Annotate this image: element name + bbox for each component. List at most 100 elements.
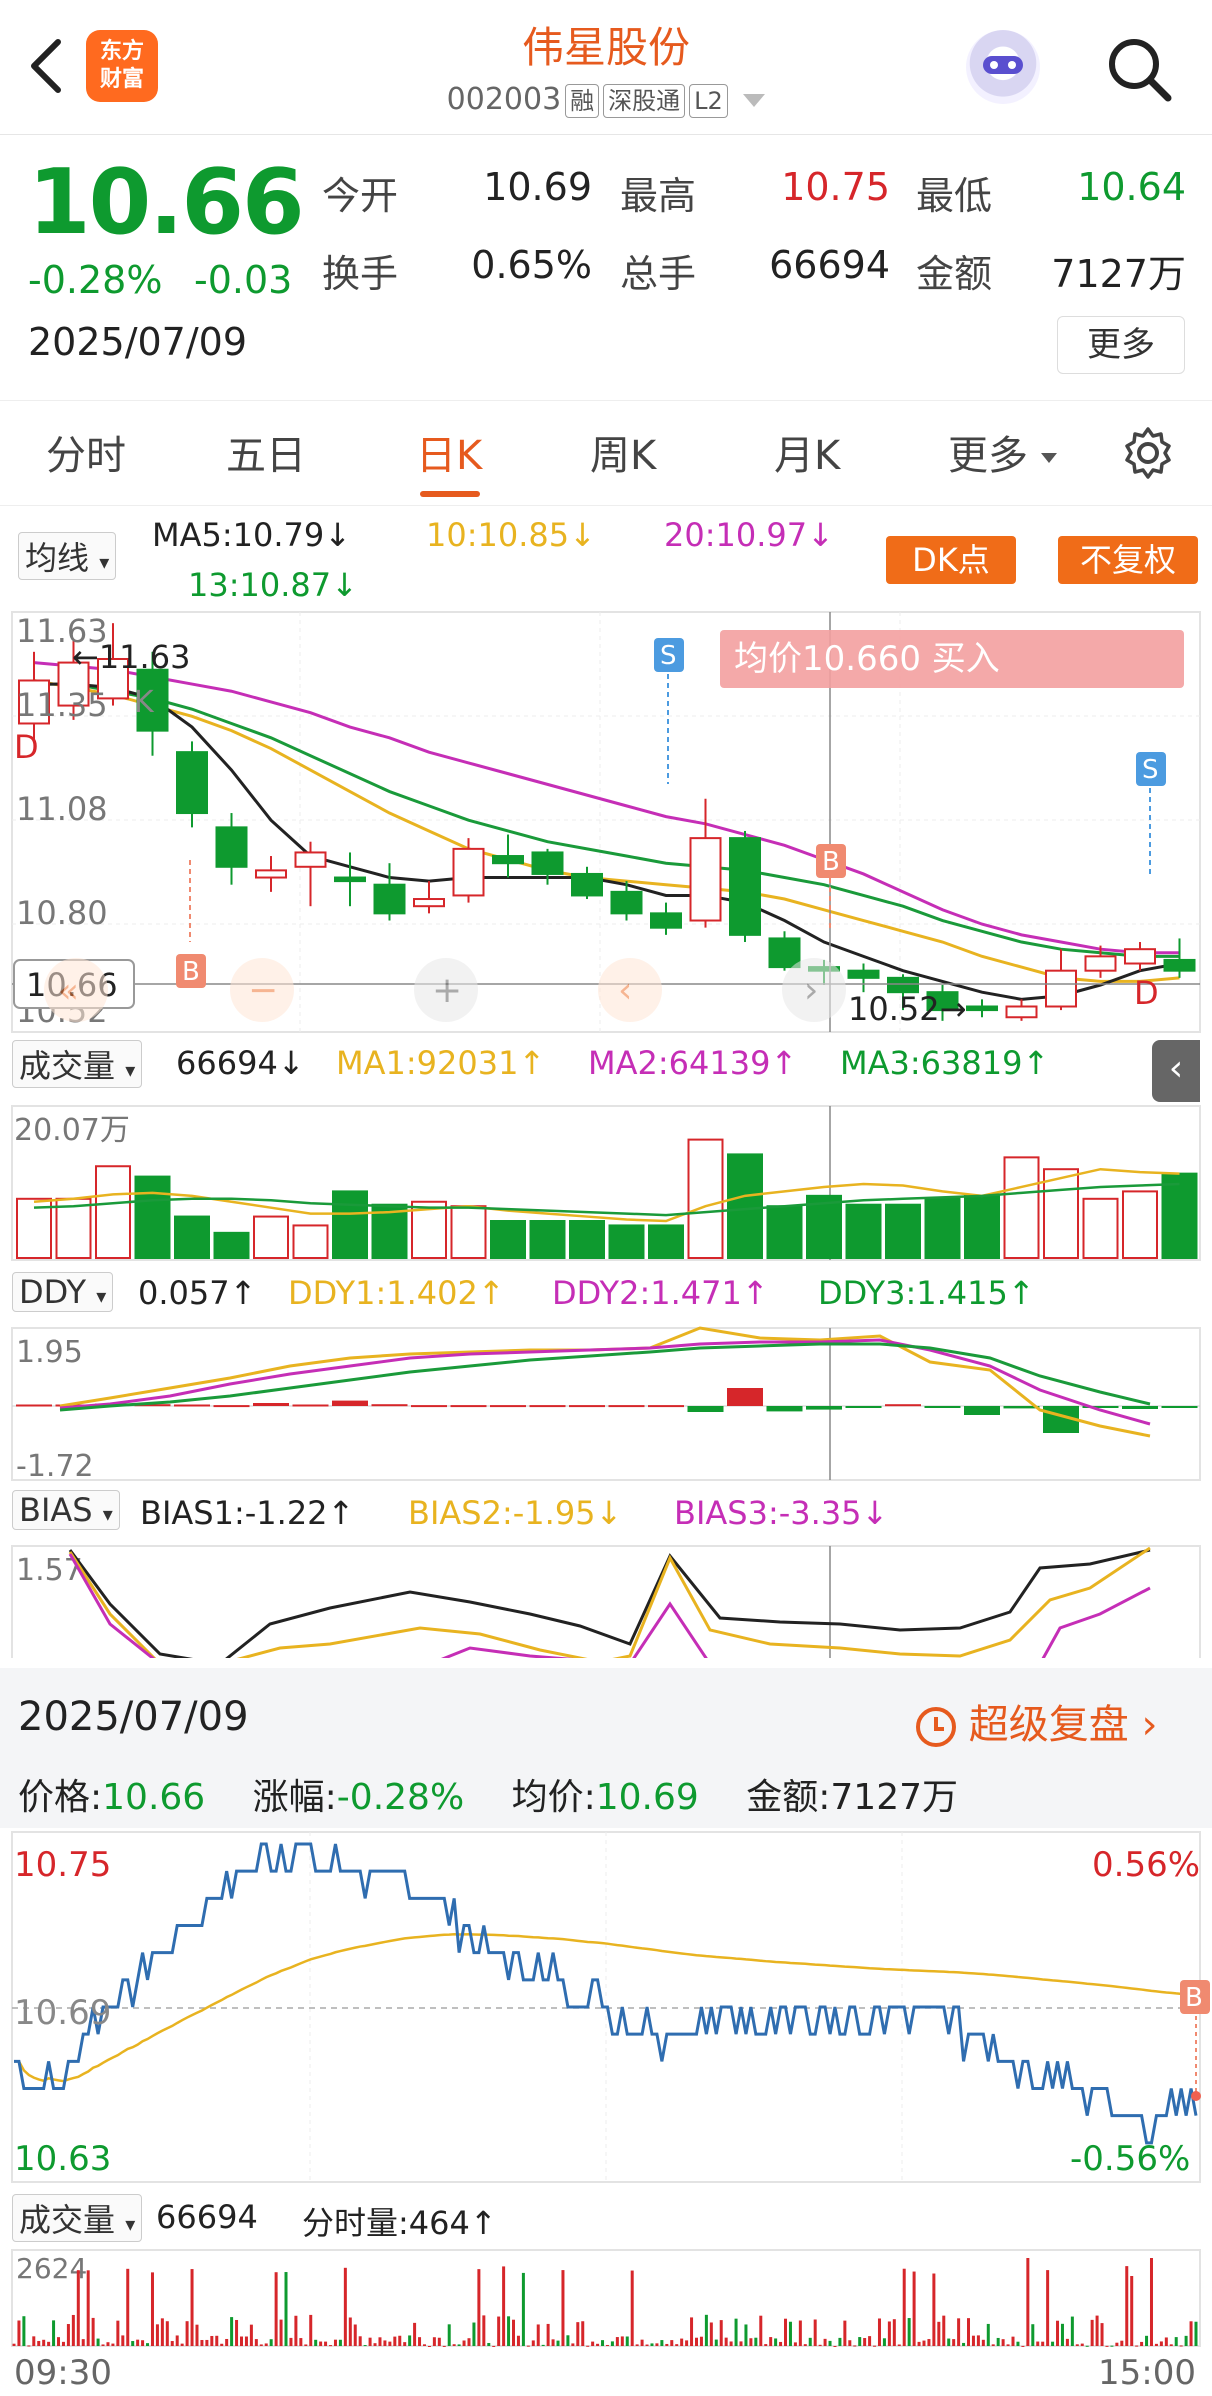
last-price: 10.66 xyxy=(28,150,305,255)
intraday-volume-bar xyxy=(368,2337,372,2346)
volume-bar xyxy=(608,1224,645,1260)
candle-body xyxy=(1084,955,1117,972)
intraday-signal-b[interactable]: B xyxy=(1180,1980,1210,2101)
intraday-volume-bar xyxy=(897,2344,901,2346)
intraday-volume-bar xyxy=(991,2344,995,2346)
ddy-bar xyxy=(371,1404,408,1407)
ddy-bar xyxy=(411,1405,447,1408)
high-marker-value: 11.63 xyxy=(99,638,191,676)
intraday-volume-bar xyxy=(704,2314,708,2346)
intraday-volume-bar xyxy=(833,2345,837,2347)
dk-point-button[interactable]: DK点 xyxy=(886,536,1016,584)
label-low: 最低 xyxy=(916,174,993,218)
tab-intraday[interactable]: 分时 xyxy=(46,423,126,481)
intraday-volume-bar xyxy=(1105,2345,1109,2347)
intraday-volume-bar xyxy=(403,2342,407,2346)
super-replay-link[interactable]: 超级复盘 › xyxy=(916,1692,1157,1750)
plus-icon: + xyxy=(432,970,462,1011)
candle-body xyxy=(847,969,880,979)
signal-s-2[interactable]: S xyxy=(1136,752,1166,878)
intraday-volume-bar xyxy=(1026,2258,1030,2346)
intraday-pct-high: 0.56% xyxy=(1092,1845,1200,1885)
intraday-volume-bar xyxy=(645,2344,649,2346)
chevron-right-icon: › xyxy=(1141,1702,1158,1748)
ddy-bar xyxy=(332,1400,368,1406)
intraday-volume-select[interactable]: 成交量 ▾ xyxy=(12,2194,143,2242)
no-adjust-button[interactable]: 不复权 xyxy=(1058,536,1198,584)
intraday-volume-bar xyxy=(981,2339,985,2346)
intraday-volume-bar xyxy=(235,2319,239,2346)
intraday-volume-bar xyxy=(42,2339,46,2346)
intraday-volume-bar xyxy=(279,2319,283,2346)
y-label-1108: 11.08 xyxy=(16,790,108,828)
intraday-volume-bar xyxy=(694,2337,698,2346)
bias-chart[interactable]: 1.57 xyxy=(0,1544,1212,1658)
intraday-volume-bar xyxy=(912,2271,916,2346)
ddy-bar xyxy=(174,1404,210,1407)
tab-five-day[interactable]: 五日 xyxy=(226,423,306,481)
intraday-volume-bar xyxy=(150,2272,154,2346)
volume-ma3: MA3:63819↑ xyxy=(840,1044,1050,1082)
intraday-volume-bar xyxy=(754,2337,758,2346)
intraday-volume-bar xyxy=(254,2339,258,2346)
ddy-bar xyxy=(806,1406,842,1410)
intraday-volume-bar xyxy=(724,2337,728,2346)
bias3-legend: BIAS3:-3.35↓ xyxy=(674,1494,889,1532)
intraday-volume-bar xyxy=(432,2337,436,2346)
ddy-bar xyxy=(648,1405,684,1408)
intraday-volume-bar xyxy=(358,2336,362,2346)
intraday-volume-bar xyxy=(996,2337,1000,2346)
intraday-volume-bar xyxy=(492,2345,496,2347)
intraday-volume-bar xyxy=(269,2339,273,2346)
intraday-volume-bar xyxy=(610,2341,614,2346)
intraday-header: 2025/07/09 超级复盘 › 价格:10.66 涨幅:-0.28% 均价:… xyxy=(0,1668,1212,1828)
tab-daily-k[interactable]: 日K xyxy=(416,423,482,481)
candle-body xyxy=(1005,1005,1038,1019)
intraday-chart[interactable]: 10.75 10.69 10.63 0.56% -0.56% B xyxy=(0,1830,1212,2186)
period-tabs: 分时 五日 日K 周K 月K 更多 xyxy=(0,400,1212,506)
ddy-select[interactable]: DDY ▾ xyxy=(12,1272,114,1312)
intraday-volume-bar xyxy=(1100,2323,1104,2346)
ma-select[interactable]: 均线 ▾ xyxy=(18,532,117,580)
ddy-bar xyxy=(924,1406,961,1408)
volume-select[interactable]: 成交量 ▾ xyxy=(12,1040,143,1088)
assistant-robot-icon[interactable] xyxy=(966,30,1040,104)
intraday-volume-bar xyxy=(902,2268,906,2346)
intraday-volume-bar xyxy=(452,2344,456,2346)
settings-gear-icon[interactable] xyxy=(1120,425,1176,481)
volume-chart[interactable]: 20.07万 xyxy=(0,1104,1212,1264)
intraday-volume-bar xyxy=(442,2345,446,2347)
kline-chart[interactable]: 11.63 11.35 11.08 10.80 10.52 10.66 ←11.… xyxy=(0,608,1212,1036)
volume-bar xyxy=(648,1224,684,1260)
search-icon[interactable] xyxy=(1104,34,1174,104)
ddy-bar xyxy=(608,1405,645,1408)
intraday-volume-bar xyxy=(111,2343,115,2346)
tab-monthly-k[interactable]: 月K xyxy=(774,423,840,481)
candle-body xyxy=(571,872,603,897)
volume-bar xyxy=(885,1203,921,1259)
intraday-volume-bar xyxy=(195,2324,199,2346)
intraday-volume-bar xyxy=(1130,2276,1134,2346)
intraday-volume-bar xyxy=(1135,2345,1139,2347)
ma20-legend: 20:10.97↓ xyxy=(664,516,834,554)
more-quote-button[interactable]: 更多 xyxy=(1057,316,1185,374)
candle-body xyxy=(255,869,287,879)
collapse-panel-tab[interactable]: ‹ xyxy=(1152,1040,1200,1102)
volume-bar xyxy=(1161,1172,1198,1259)
ddy-chart[interactable]: 1.95 -1.72 xyxy=(0,1326,1212,1484)
intraday-volume-bar xyxy=(709,2322,713,2346)
intraday-volume-bar xyxy=(729,2341,733,2346)
bias-select[interactable]: BIAS ▾ xyxy=(12,1490,120,1530)
intraday-volume-chart[interactable]: 2624 09:30 15:00 xyxy=(0,2248,1212,2396)
intraday-volume-bar xyxy=(61,2341,65,2346)
intraday-volume-bar xyxy=(136,2339,140,2346)
intraday-volume-bar xyxy=(299,2338,303,2346)
intraday-volume-bar xyxy=(333,2339,337,2346)
intraday-price: 10.66 xyxy=(102,1777,206,1818)
tab-more[interactable]: 更多 xyxy=(948,423,1057,481)
intraday-volume-bar xyxy=(1036,2341,1040,2346)
tab-weekly-k[interactable]: 周K xyxy=(590,423,656,481)
intraday-volume-bar xyxy=(605,2344,609,2346)
signal-s-1[interactable]: S xyxy=(654,638,684,784)
value-high: 10.75 xyxy=(781,165,890,209)
